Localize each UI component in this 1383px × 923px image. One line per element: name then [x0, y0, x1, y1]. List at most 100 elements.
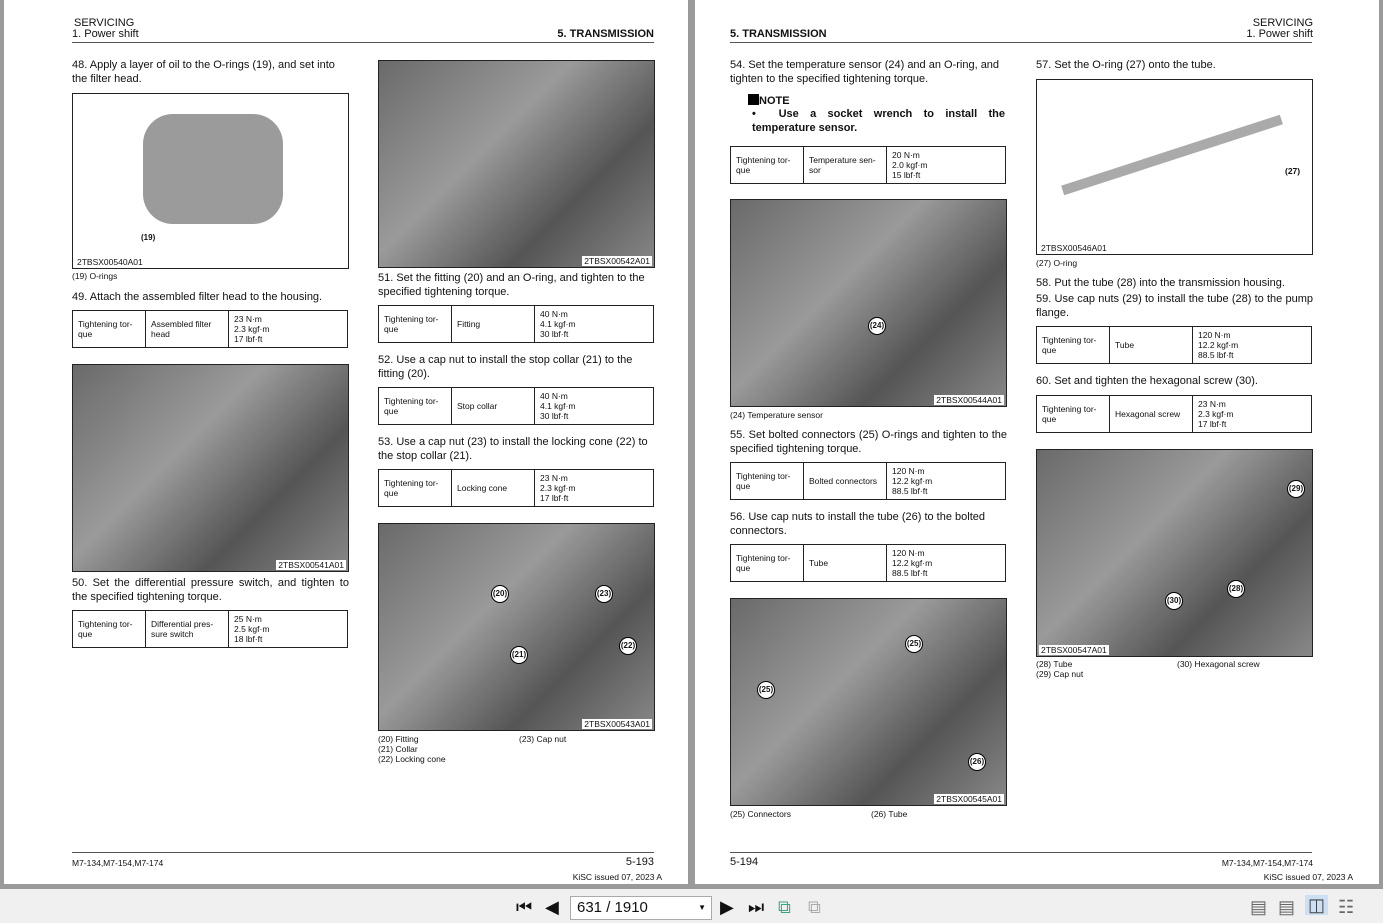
- footer-rule: [72, 852, 654, 853]
- footer-issue: KiSC issued 07, 2023 A: [572, 872, 662, 882]
- callout-label: (24): [868, 317, 886, 335]
- step-55: 55. Set bolted connectors (25) O-rings a…: [730, 429, 1007, 455]
- table-cell: 4.1 kgf·m: [540, 401, 576, 411]
- table-cell: Tightening tor-que: [730, 146, 804, 184]
- table-cell: Tightening tor-que: [72, 610, 146, 648]
- caption: (29) Cap nut: [1036, 669, 1084, 679]
- right-page: SERVICING 1. Power shift 5. TRANSMISSION…: [695, 0, 1379, 884]
- photo-tube-oring: (27) 2TBSX00546A01: [1036, 79, 1313, 255]
- figure-code: 2TBSX00542A01: [582, 256, 652, 266]
- torque-table: Tightening tor-que Assembled filter head 2…: [72, 310, 348, 348]
- caption: (30) Hexagonal screw: [1177, 659, 1260, 669]
- figure-code: 2TBSX00547A01: [1039, 645, 1109, 655]
- footer-model: M7-134,M7-154,M7-174: [72, 858, 164, 868]
- table-cell: Fitting: [451, 305, 535, 343]
- table-cell: 120 N·m: [892, 466, 925, 476]
- table-cell: 40 N·m: [540, 309, 568, 319]
- table-cell: 23 N·m: [540, 473, 568, 483]
- table-cell: 25 N·m: [234, 614, 262, 624]
- table-cell: Tightening tor-que: [378, 469, 452, 507]
- callout-label: (22): [619, 637, 637, 655]
- torque-table: Tightening tor-que Tube 120 N·m 12.2 kgf·m 8…: [730, 544, 1006, 582]
- callout-label: (21): [510, 646, 528, 664]
- page-number-selector[interactable]: 631 / 1910 ▼: [570, 896, 712, 920]
- table-cell: 15 lbf·ft: [892, 170, 921, 180]
- table-cell: 88.5 lbf·ft: [892, 486, 928, 496]
- step-53: 53. Use a cap nut (23) to install the lo…: [378, 436, 648, 462]
- table-cell: 120 N·m: [892, 548, 925, 558]
- table-cell: 120 N·m: [1198, 330, 1231, 340]
- header-rule: [730, 42, 1312, 43]
- figure-code: 2TBSX00546A01: [1039, 243, 1109, 253]
- caption: (19) O-rings: [72, 271, 118, 281]
- photo-bolted-connectors: (25) (25) (26) 2TBSX00545A01: [730, 598, 1007, 806]
- table-cell: Tightening tor-que: [1036, 395, 1110, 433]
- two-page-continuous-icon[interactable]: ☷: [1338, 897, 1354, 917]
- next-page-icon[interactable]: ▶: [720, 897, 734, 917]
- caption: (20) Fitting: [378, 734, 419, 744]
- callout: (19): [141, 233, 156, 242]
- caption: (21) Collar: [378, 744, 418, 754]
- header-chapter: 5. TRANSMISSION: [730, 28, 827, 40]
- table-cell: Bolted connectors: [803, 462, 887, 500]
- header-rule: [72, 42, 654, 43]
- torque-table: Tightening tor-que Temperature sen-sor 20 …: [730, 146, 1006, 184]
- step-49: 49. Attach the assembled filter head to …: [72, 291, 323, 303]
- table-cell: 88.5 lbf·ft: [1198, 350, 1234, 360]
- figure-code: 2TBSX00543A01: [582, 719, 652, 729]
- single-page-icon[interactable]: ▤: [1250, 897, 1267, 917]
- caption: (22) Locking cone: [378, 754, 446, 764]
- step-50: 50. Set the differential pressure switch…: [72, 577, 349, 603]
- photo-filter-head: (19) 2TBSX00540A01: [72, 93, 349, 269]
- callout-label: (28): [1227, 580, 1245, 598]
- two-page-icon[interactable]: ◫: [1305, 895, 1329, 915]
- table-cell: 17 lbf·ft: [540, 493, 569, 503]
- table-cell: 30 lbf·ft: [540, 411, 569, 421]
- go-back-view-icon[interactable]: ⧉: [778, 897, 791, 917]
- first-page-icon[interactable]: ⏮: [516, 897, 532, 917]
- step-51: 51. Set the fitting (20) and an O-ring, …: [378, 272, 645, 298]
- left-page: SERVICING 1. Power shift 5. TRANSMISSION…: [4, 0, 688, 884]
- chevron-down-icon: ▼: [698, 903, 706, 912]
- caption: (23) Cap nut: [519, 734, 567, 744]
- note-title: NOTE: [748, 94, 790, 109]
- table-cell: Tightening tor-que: [378, 387, 452, 425]
- table-cell: 2.0 kgf·m: [892, 160, 928, 170]
- footer-model: M7-134,M7-154,M7-174: [1221, 858, 1313, 868]
- table-cell: Tightening tor-que: [72, 310, 146, 348]
- photo-filter-housing: 2TBSX00541A01: [72, 364, 349, 572]
- prev-page-icon[interactable]: ◀: [545, 897, 559, 917]
- table-cell: Tightening tor-que: [730, 544, 804, 582]
- header-sub: 1. Power shift: [72, 28, 139, 40]
- table-cell: Assembled filter head: [145, 310, 229, 348]
- step-56: 56. Use cap nuts to install the tube (26…: [730, 511, 985, 537]
- go-forward-view-icon[interactable]: ⧉: [808, 897, 821, 917]
- photo-temperature-sensor: (24) 2TBSX00544A01: [730, 199, 1007, 407]
- figure-code: 2TBSX00540A01: [75, 257, 145, 267]
- table-cell: 631 / 1910: [577, 899, 648, 916]
- step-54: 54. Set the temperature sensor (24) and …: [730, 59, 1000, 85]
- table-cell: Tube: [1109, 326, 1193, 364]
- table-cell: 2.5 kgf·m: [234, 624, 270, 634]
- header-chapter: 5. TRANSMISSION: [557, 28, 654, 40]
- header-sub: 1. Power shift: [1246, 28, 1313, 40]
- callout-label: (30): [1165, 592, 1183, 610]
- table-cell: Tube: [803, 544, 887, 582]
- table-cell: 40 N·m: [540, 391, 568, 401]
- footer-issue: KiSC issued 07, 2023 A: [1263, 872, 1353, 882]
- continuous-icon[interactable]: ▤: [1278, 897, 1295, 917]
- figure-code: 2TBSX00544A01: [934, 395, 1004, 405]
- footer-rule: [730, 852, 1312, 853]
- table-cell: Hexagonal screw: [1109, 395, 1193, 433]
- last-page-icon[interactable]: ⏭: [748, 897, 764, 917]
- table-cell: 20 N·m: [892, 150, 920, 160]
- figure-code: 2TBSX00541A01: [276, 560, 346, 570]
- callout-label: (23): [595, 585, 613, 603]
- torque-table: Tightening tor-que Tube 120 N·m 12.2 kgf·m 8…: [1036, 326, 1312, 364]
- table-cell: 17 lbf·ft: [234, 334, 263, 344]
- step-60: 60. Set and tighten the hexagonal screw …: [1036, 375, 1258, 387]
- callout-label: (20): [491, 585, 509, 603]
- caption: (26) Tube: [871, 809, 908, 819]
- table-cell: 12.2 kgf·m: [892, 558, 933, 568]
- callout-label: (26): [968, 753, 986, 771]
